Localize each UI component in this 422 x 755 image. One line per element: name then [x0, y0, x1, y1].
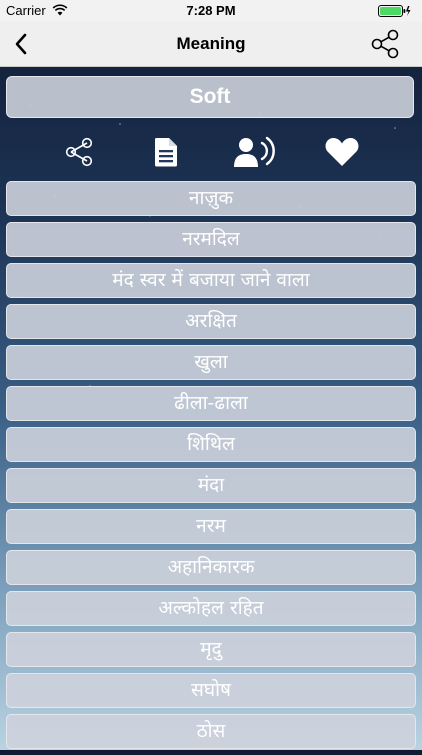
status-bar: Carrier 7:28 PM — [0, 0, 422, 22]
meaning-row[interactable]: अल्कोहल रहित — [6, 591, 416, 626]
meaning-row[interactable]: नरम — [6, 509, 416, 544]
meaning-row[interactable]: मंदा — [6, 468, 416, 503]
action-toolbar — [0, 130, 422, 174]
page-title: Meaning — [176, 34, 246, 53]
navigation-bar: Meaning — [0, 22, 422, 67]
meaning-row[interactable]: सघोष — [6, 673, 416, 708]
share-button[interactable] — [368, 27, 402, 61]
status-time: 7:28 PM — [186, 3, 236, 18]
meaning-row[interactable]: अहानिकारक — [6, 550, 416, 585]
meaning-row[interactable]: मंद स्वर में बजाया जाने वाला — [6, 263, 416, 298]
word-heading: Soft — [6, 76, 414, 118]
meaning-row[interactable]: मृदु — [6, 632, 416, 667]
share-icon — [65, 137, 93, 167]
meaning-row[interactable]: अरक्षित — [6, 304, 416, 339]
document-icon — [154, 138, 177, 167]
speak-button[interactable] — [232, 130, 276, 174]
favorite-button[interactable] — [320, 130, 364, 174]
meaning-row[interactable]: शिथिल — [6, 427, 416, 462]
heart-icon — [325, 138, 359, 166]
speaker-voice-icon — [234, 136, 275, 167]
meaning-row[interactable]: नरमदिल — [6, 222, 416, 257]
meaning-row[interactable]: खुला — [6, 345, 416, 380]
meaning-row[interactable]: ठोस — [6, 714, 416, 749]
meaning-list: नाज़ुक नरमदिल मंद स्वर में बजाया जाने वाला… — [6, 181, 416, 755]
battery-icon — [378, 5, 411, 17]
meaning-row[interactable]: ढीला-ढाला — [6, 386, 416, 421]
meaning-row[interactable]: नाज़ुक — [6, 181, 416, 216]
copy-document-button[interactable] — [144, 130, 188, 174]
share-meaning-button[interactable] — [57, 130, 101, 174]
